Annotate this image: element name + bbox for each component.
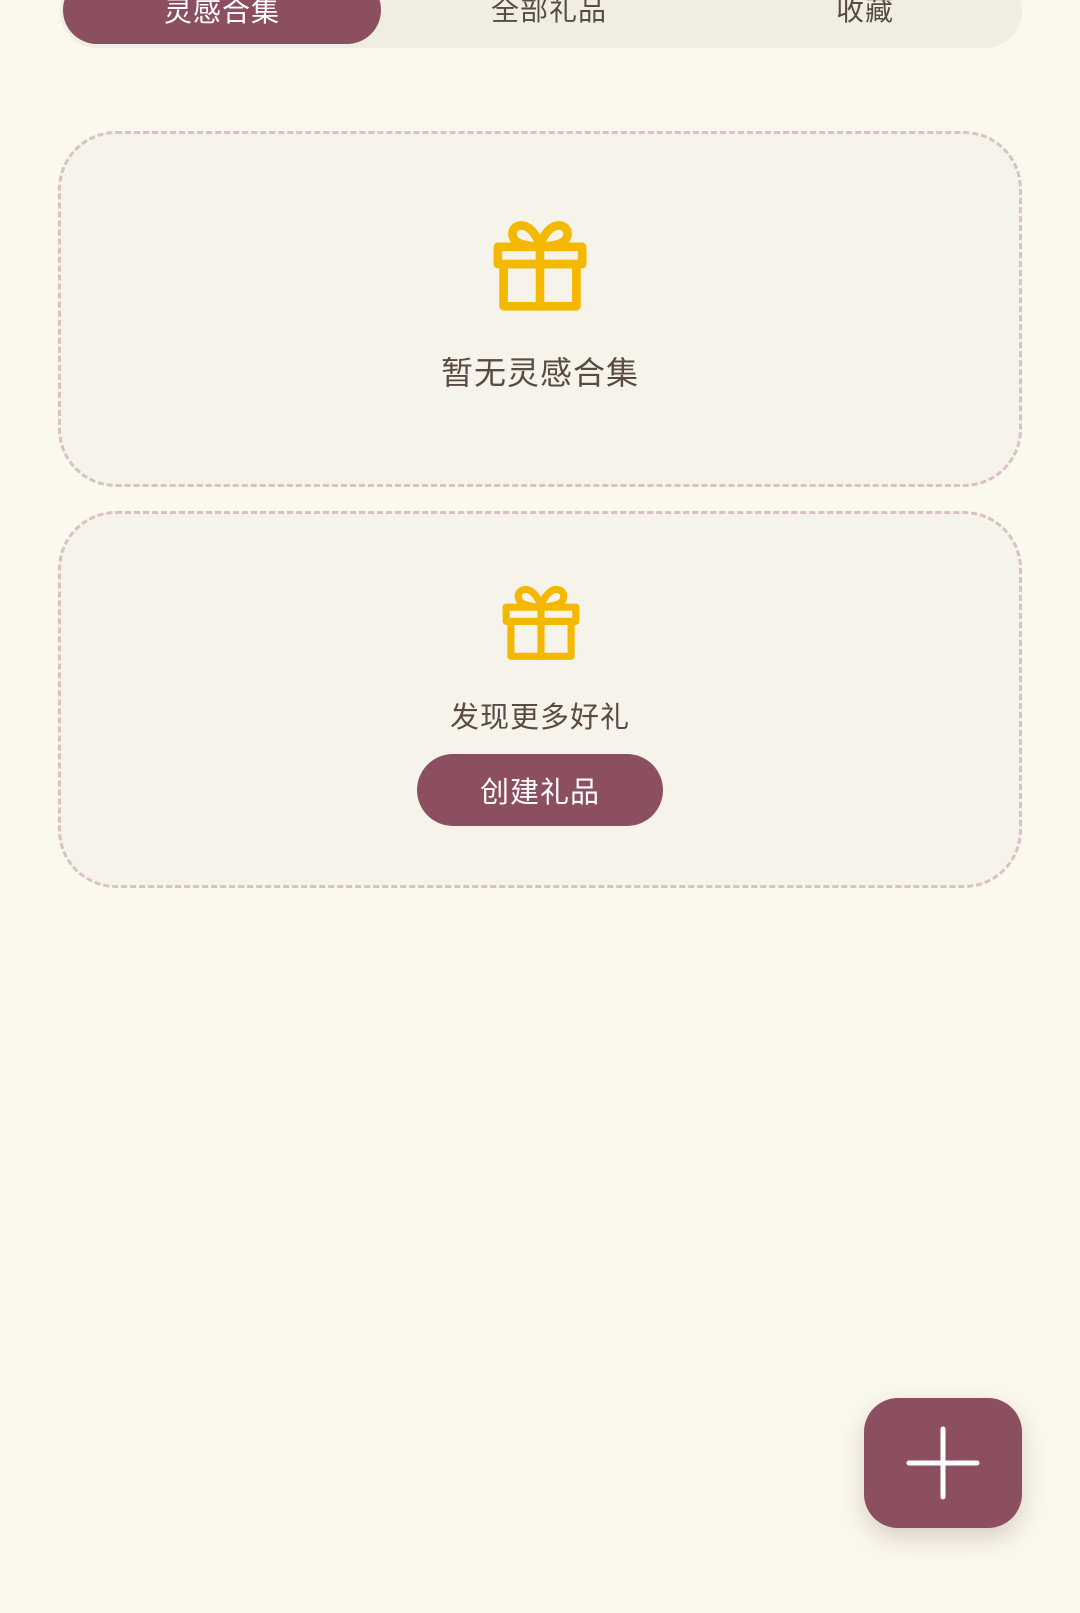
gift-icon <box>493 221 587 311</box>
empty-collection-message: 暂无灵感合集 <box>440 354 639 392</box>
plus-icon <box>906 1426 980 1500</box>
discover-message: 发现更多好礼 <box>449 700 630 734</box>
empty-collection-card: 暂无灵感合集 <box>58 131 1022 487</box>
tab-all-gifts[interactable]: 全部礼品 <box>390 0 708 44</box>
add-button[interactable] <box>864 1398 1022 1528</box>
tab-bar: 灵感合集 全部礼品 收藏 <box>60 0 1022 48</box>
gift-icon <box>502 585 580 660</box>
tab-inspiration-collection[interactable]: 灵感合集 <box>63 0 381 44</box>
tab-favorites[interactable]: 收藏 <box>708 0 1022 44</box>
discover-gifts-card: 发现更多好礼 创建礼品 <box>58 511 1022 888</box>
create-gift-button[interactable]: 创建礼品 <box>417 754 663 826</box>
